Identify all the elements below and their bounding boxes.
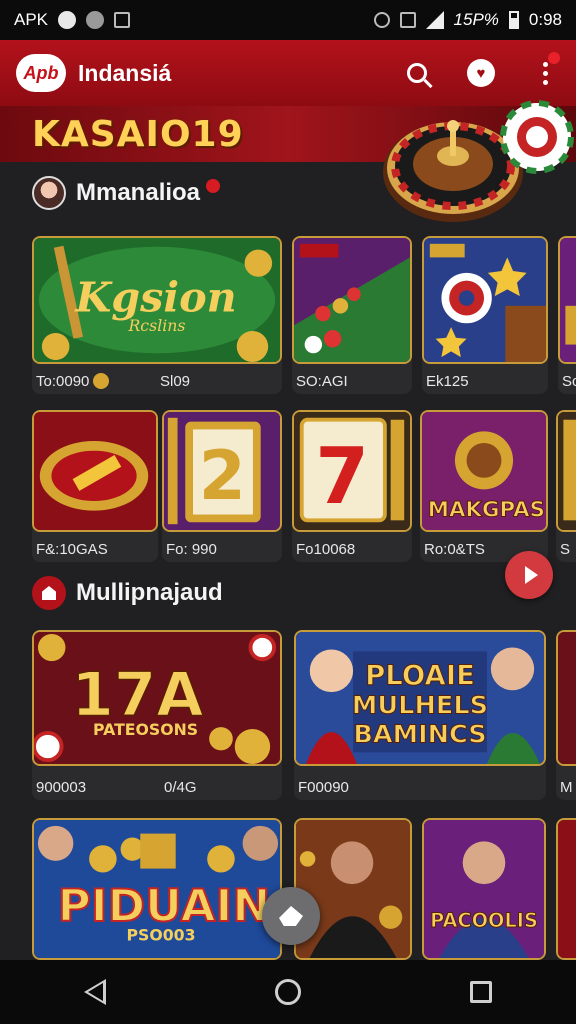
game-thumbnail xyxy=(292,236,412,364)
game-card[interactable]: F&:10GAS xyxy=(32,410,158,562)
search-button[interactable] xyxy=(400,56,434,90)
image-notification-icon xyxy=(114,12,131,28)
home-icon[interactable] xyxy=(274,979,301,1005)
game-card[interactable]: Ek125 xyxy=(422,236,548,394)
battery-percent: 15P% xyxy=(453,10,499,29)
profile-button[interactable]: ♥ xyxy=(464,56,498,90)
game-art-title: MAKGPAS xyxy=(428,497,545,522)
app-notification-icon xyxy=(86,11,105,29)
app-logo[interactable]: Apb xyxy=(16,54,66,92)
status-bar: APK 15P% 0:98 xyxy=(0,0,576,40)
game-thumbnail xyxy=(294,818,412,960)
svg-text:PLOAIE: PLOAIE xyxy=(365,661,475,692)
game-caption: S xyxy=(560,541,571,558)
game-thumbnail xyxy=(558,236,576,364)
game-caption: F&:10GAS xyxy=(36,541,108,558)
section-title: Mmanalioa xyxy=(76,179,201,206)
edit-button[interactable] xyxy=(262,887,320,945)
notification-badge xyxy=(548,52,560,64)
banner-title: KASAIO19 xyxy=(32,114,244,155)
game-card[interactable]: PACOOLIS xyxy=(422,818,546,960)
game-card[interactable]: Sc xyxy=(558,236,576,394)
play-button[interactable] xyxy=(505,551,553,599)
svg-text:7: 7 xyxy=(315,432,369,522)
signal-icon xyxy=(425,11,444,29)
game-caption: To:0090 xyxy=(36,373,110,390)
game-thumbnail: 17A PATEOSONS xyxy=(32,630,282,766)
app-title: Indansiá xyxy=(78,59,172,86)
notification-icon xyxy=(58,11,77,29)
section-header-featured: Mmanalioa xyxy=(32,176,221,210)
nfc-icon xyxy=(399,12,416,28)
game-thumbnail: 2 xyxy=(162,410,282,532)
game-card[interactable]: M xyxy=(556,630,576,800)
coin-icon xyxy=(93,373,110,389)
app-bar: Apb Indansiá ♥ xyxy=(0,40,576,106)
system-nav-bar xyxy=(0,960,576,1024)
svg-text:BAMINCS: BAMINCS xyxy=(353,719,486,749)
game-card[interactable]: PIDUAIN PSO003 xyxy=(32,818,282,960)
game-card[interactable]: 7 Fo10068 xyxy=(292,410,412,562)
game-thumbnail xyxy=(556,630,576,766)
badge-dot xyxy=(206,179,221,193)
game-caption: Sc xyxy=(562,373,576,390)
svg-text:MULHELS: MULHELS xyxy=(352,690,488,720)
game-card[interactable]: SO:AGI xyxy=(292,236,412,394)
game-caption: Fo: 990 xyxy=(166,541,217,558)
game-art-title: PACOOLIS xyxy=(430,909,538,932)
back-icon[interactable] xyxy=(84,979,107,1005)
game-thumbnail xyxy=(32,410,158,532)
section-title: Mullipnajaud xyxy=(76,579,223,606)
recents-icon[interactable] xyxy=(469,981,492,1003)
game-card[interactable] xyxy=(556,818,576,960)
game-caption: Ek125 xyxy=(426,373,469,390)
game-caption-secondary: Sl09 xyxy=(160,373,191,390)
game-card[interactable]: 2 Fo: 990 xyxy=(162,410,282,562)
game-caption-text: To:0090 xyxy=(36,373,90,390)
game-thumbnail: PLOAIE MULHELS BAMINCS xyxy=(294,630,546,766)
more-vert-icon xyxy=(542,61,548,85)
game-thumbnail xyxy=(556,410,576,532)
game-caption: M xyxy=(560,779,573,796)
avatar[interactable] xyxy=(32,176,66,210)
game-art-subtitle: PATEOSONS xyxy=(93,720,198,739)
status-left-text: APK xyxy=(14,10,49,29)
game-caption: Ro:0&TS xyxy=(424,541,485,558)
game-thumbnail: PIDUAIN PSO003 xyxy=(32,818,282,960)
game-caption: F00090 xyxy=(298,779,349,796)
game-art-subtitle: Rcslins xyxy=(127,317,185,335)
game-thumbnail xyxy=(422,236,548,364)
game-card[interactable]: MAKGPAS Ro:0&TS xyxy=(420,410,548,562)
app-screen: APK 15P% 0:98 Apb Indansiá ♥ KASAIO19 Mm… xyxy=(0,0,576,1024)
game-caption: 900003 xyxy=(36,779,87,796)
game-thumbnail: 7 xyxy=(292,410,412,532)
game-art-title: Kgsion xyxy=(74,274,236,322)
section-header-multiplayer: Mullipnajaud xyxy=(32,576,223,610)
battery-icon xyxy=(508,11,519,29)
profile-icon: ♥ xyxy=(467,59,495,87)
game-thumbnail: MAKGPAS xyxy=(420,410,548,532)
game-caption: SO:AGI xyxy=(296,373,348,390)
game-thumbnail xyxy=(556,818,576,960)
game-caption-secondary: 0/4G xyxy=(164,779,197,796)
game-caption: Fo10068 xyxy=(296,541,356,558)
game-card[interactable]: 17A PATEOSONS 900003 0/4G xyxy=(32,630,282,800)
bluetooth-icon xyxy=(373,12,390,28)
game-art-subtitle: PSO003 xyxy=(126,926,195,945)
svg-text:2: 2 xyxy=(199,436,246,515)
game-thumbnail: PACOOLIS xyxy=(422,818,546,960)
more-menu-button[interactable] xyxy=(528,52,562,90)
search-icon xyxy=(407,63,427,83)
game-art-title: PIDUAIN xyxy=(58,879,271,932)
game-thumbnail: Kgsion Rcslins xyxy=(32,236,282,364)
game-card[interactable]: PLOAIE MULHELS BAMINCS F00090 xyxy=(294,630,546,800)
home-category-icon xyxy=(32,576,66,610)
game-card[interactable]: Kgsion Rcslins To:0090 Sl09 xyxy=(32,236,282,394)
game-card[interactable] xyxy=(294,818,412,960)
casino-chip-image xyxy=(500,100,574,174)
clock: 0:98 xyxy=(528,10,562,29)
game-card[interactable]: S xyxy=(556,410,576,562)
